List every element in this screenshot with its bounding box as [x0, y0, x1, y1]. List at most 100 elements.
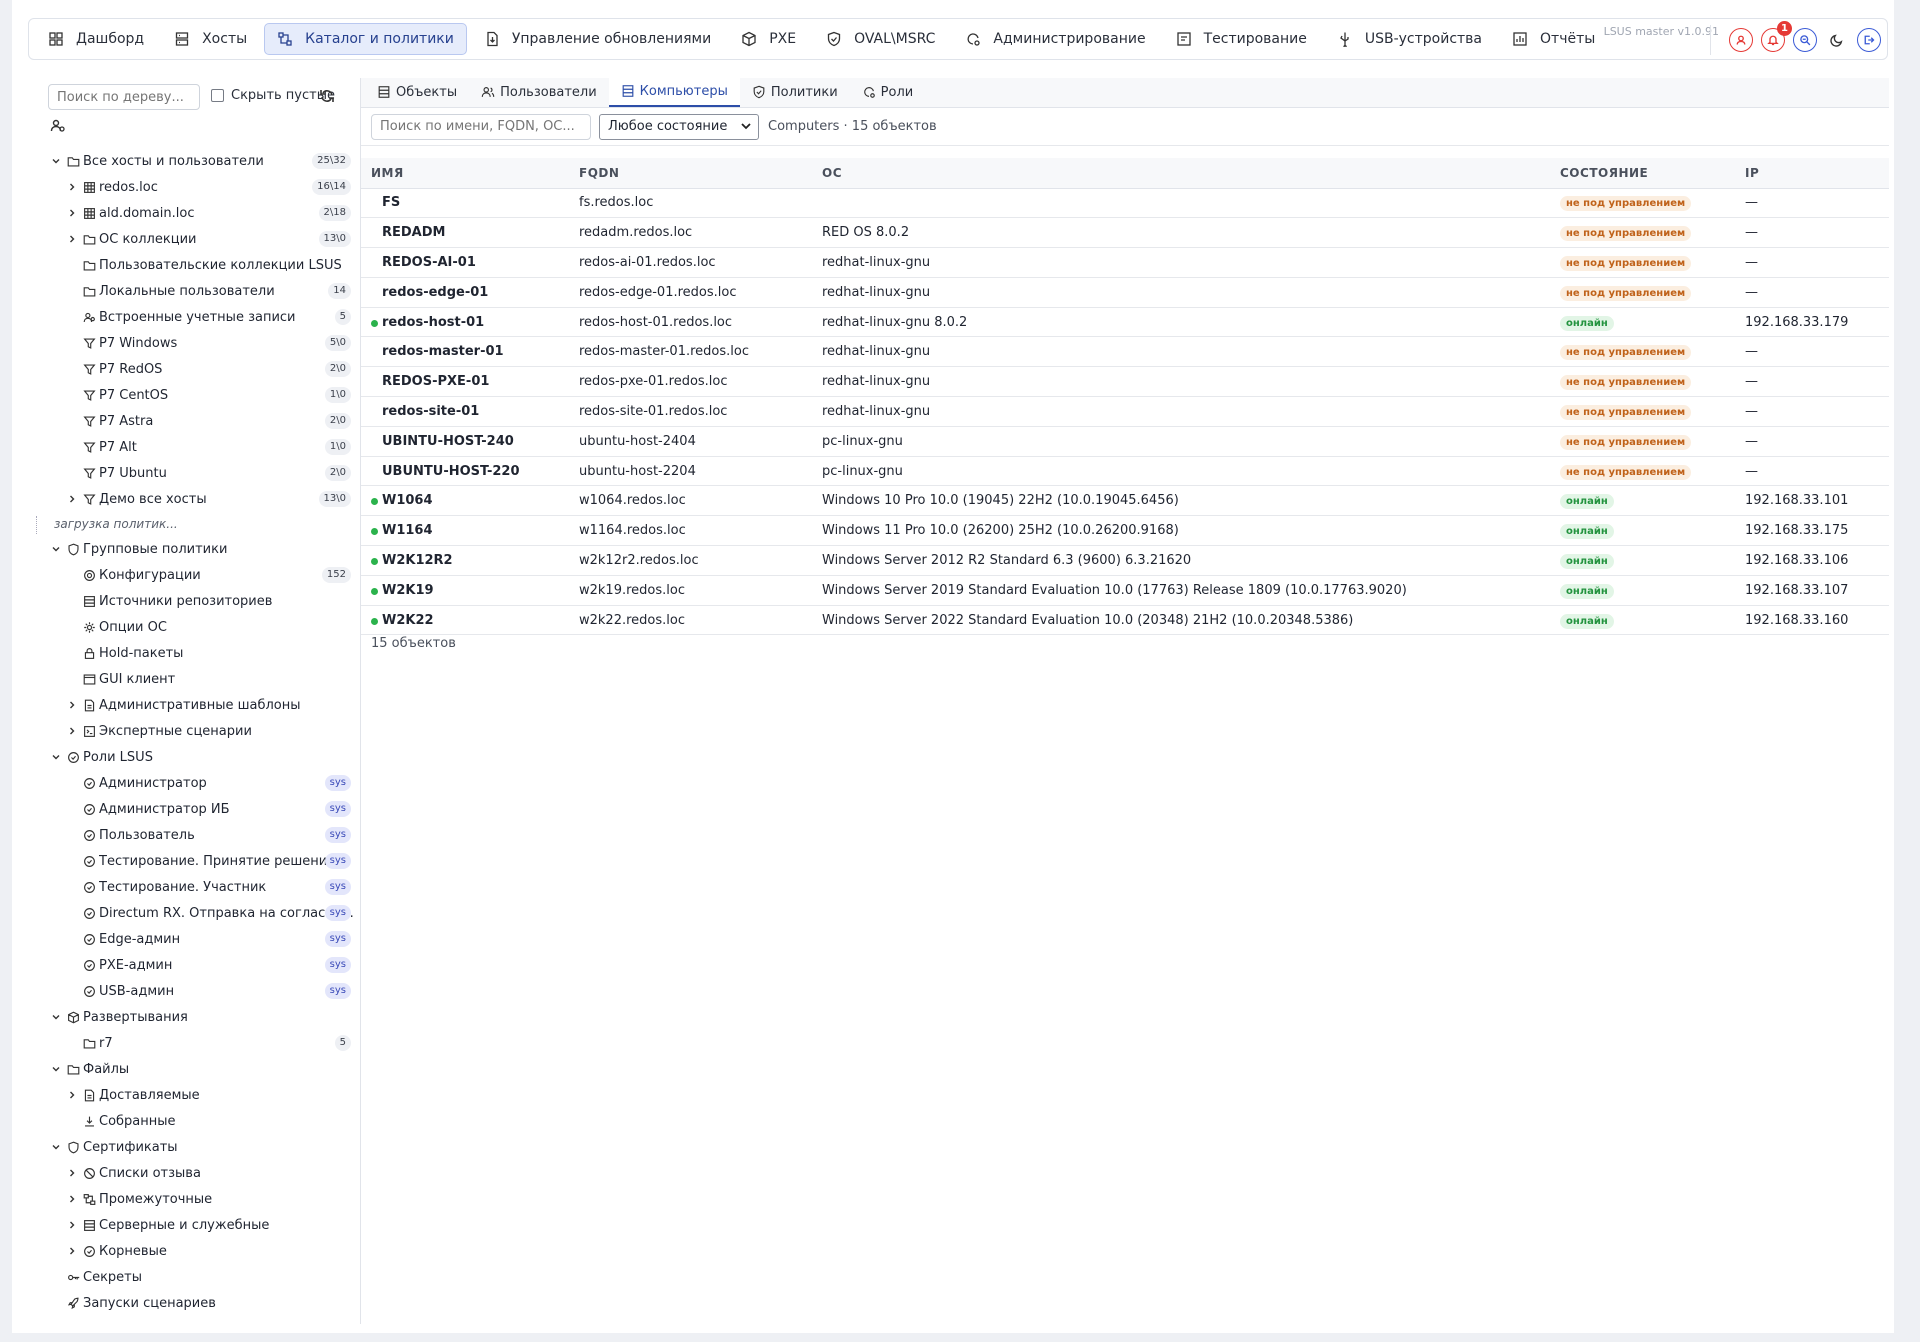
tab-2[interactable]: Компьютеры [608, 77, 740, 107]
tree-item[interactable]: Секреты [28, 1264, 361, 1290]
tree-item[interactable]: Администратор ИБ sys [28, 796, 361, 822]
tree-item[interactable]: Встроенные учетные записи 5 [28, 304, 361, 330]
tree-item[interactable]: P7 CentOS 1\0 [28, 382, 361, 408]
column-header-os[interactable]: ОС [812, 158, 1550, 189]
host-name-cell[interactable]: W1064 [361, 485, 569, 517]
tree-item[interactable]: Источники репозиториев [28, 588, 361, 614]
host-name-cell[interactable]: UBUNTU-HOST-220 [361, 456, 569, 487]
tree-item[interactable]: Экспертные сценарии [28, 718, 361, 744]
nav-item-0[interactable]: Дашборд [35, 23, 157, 55]
host-name-cell[interactable]: W2K12R2 [361, 545, 569, 576]
tab-4[interactable]: Роли [850, 77, 926, 107]
tree-item[interactable]: Списки отзыва [28, 1160, 361, 1186]
users-settings-icon[interactable] [50, 118, 68, 136]
nav-item-6[interactable]: Администрирование [952, 23, 1158, 55]
column-header-fqdn[interactable]: FQDN [569, 158, 812, 189]
chevron-right-icon[interactable] [66, 493, 78, 505]
table-row[interactable]: W2K22 w2k22.redos.loc Windows Server 2022 … [361, 605, 1889, 636]
table-row[interactable]: REDOS-PXE-01 redos-pxe-01.redos.loc redhat… [361, 366, 1889, 398]
tree-item[interactable]: Опции ОС [28, 614, 361, 640]
tree-item[interactable]: ОС коллекции 13\0 [28, 226, 361, 252]
nav-item-9[interactable]: Отчёты [1499, 23, 1608, 55]
tree-item[interactable]: Hold-пакеты [28, 640, 361, 666]
chevron-right-icon[interactable] [66, 181, 78, 193]
tree-item[interactable]: Развертывания [28, 1004, 361, 1030]
chevron-right-icon[interactable] [66, 233, 78, 245]
host-name-cell[interactable]: REDOS-PXE-01 [361, 366, 569, 398]
chevron-right-icon[interactable] [66, 1219, 78, 1231]
chevron-right-icon[interactable] [66, 1089, 78, 1101]
tree-item[interactable]: Файлы [28, 1056, 361, 1082]
tree-item[interactable]: ald.domain.loc 2\18 [28, 200, 361, 226]
moon-icon[interactable] [1825, 28, 1849, 52]
host-name-cell[interactable]: redos-host-01 [361, 307, 569, 338]
chevron-right-icon[interactable] [66, 1245, 78, 1257]
chevron-down-icon[interactable] [50, 155, 62, 167]
nav-item-3[interactable]: Управление обновлениями [471, 23, 724, 55]
table-row[interactable]: REDOS-AI-01 redos-ai-01.redos.loc redhat-l… [361, 247, 1889, 278]
tab-1[interactable]: Пользователи [469, 77, 609, 107]
bell-icon[interactable]: 1 [1761, 21, 1792, 52]
search-zoom-icon[interactable] [1793, 28, 1817, 52]
hide-empty-toggle[interactable]: Скрыть пустые [211, 88, 335, 103]
chevron-down-icon[interactable] [50, 1141, 62, 1153]
tree-item[interactable]: Локальные пользователи 14 [28, 278, 361, 304]
chevron-right-icon[interactable] [66, 1193, 78, 1205]
table-row[interactable]: redos-edge-01 redos-edge-01.redos.loc redh… [361, 277, 1889, 308]
host-name-cell[interactable]: FS [361, 188, 569, 219]
tree-item[interactable]: Directum RX. Отправка на согласов… sys [28, 900, 361, 926]
column-header-state[interactable]: СОСТОЯНИЕ [1550, 158, 1735, 189]
table-row[interactable]: redos-site-01 redos-site-01.redos.loc redh… [361, 396, 1889, 427]
chevron-right-icon[interactable] [66, 1167, 78, 1179]
table-row[interactable]: REDADM redadm.redos.loc RED OS 8.0.2 не под… [361, 217, 1889, 249]
tree-item[interactable]: P7 Astra 2\0 [28, 408, 361, 434]
host-name-cell[interactable]: redos-site-01 [361, 396, 569, 427]
tree-item[interactable]: P7 Windows 5\0 [28, 330, 361, 356]
tree-item[interactable]: Демо все хосты 13\0 [28, 486, 361, 512]
tree-item[interactable]: Собранные [28, 1108, 361, 1134]
tree-item[interactable]: Все хосты и пользователи 25\32 [28, 148, 361, 174]
table-row[interactable]: UBUNTU-HOST-220 ubuntu-host-2204 pc-linux-… [361, 456, 1889, 487]
host-name-cell[interactable]: redos-master-01 [361, 336, 569, 368]
nav-item-5[interactable]: OVAL\MSRC [813, 23, 948, 55]
table-row[interactable]: redos-master-01 redos-master-01.redos.loc… [361, 336, 1889, 368]
tree-item[interactable]: Edge-админ sys [28, 926, 361, 952]
host-name-cell[interactable]: REDADM [361, 217, 569, 249]
tree-item[interactable]: Групповые политики [28, 536, 361, 562]
tree-item[interactable]: Пользователь sys [28, 822, 361, 848]
tree-item[interactable]: P7 Alt 1\0 [28, 434, 361, 460]
chevron-right-icon[interactable] [66, 207, 78, 219]
tree-item[interactable]: Тестирование. Участник sys [28, 874, 361, 900]
tab-0[interactable]: Объекты [365, 77, 469, 107]
column-header-ip[interactable]: IP [1735, 158, 1889, 189]
tree-item[interactable]: Административные шаблоны [28, 692, 361, 718]
table-row[interactable]: redos-host-01 redos-host-01.redos.loc redh… [361, 307, 1889, 338]
nav-item-1[interactable]: Хосты [161, 23, 260, 55]
state-select[interactable]: Любое состояние [599, 113, 759, 140]
tree-item[interactable]: Промежуточные [28, 1186, 361, 1212]
host-name-cell[interactable]: UBINTU-HOST-240 [361, 426, 569, 457]
tree-item[interactable]: GUI клиент [28, 666, 361, 692]
host-name-cell[interactable]: redos-edge-01 [361, 277, 569, 308]
nav-item-2[interactable]: Каталог и политики [264, 23, 467, 55]
table-row[interactable]: W1164 w1164.redos.loc Windows 11 Pro 10.0 … [361, 515, 1889, 547]
user-alert-icon[interactable] [1729, 28, 1753, 52]
computer-search-input[interactable] [371, 113, 591, 140]
tree-item[interactable]: Серверные и служебные [28, 1212, 361, 1238]
nav-item-4[interactable]: PXE [728, 23, 809, 55]
host-name-cell[interactable]: W2K19 [361, 575, 569, 606]
tree-item[interactable]: Роли LSUS [28, 744, 361, 770]
host-name-cell[interactable]: W2K22 [361, 605, 569, 636]
tree-item[interactable]: P7 Ubuntu 2\0 [28, 460, 361, 486]
host-name-cell[interactable]: W1164 [361, 515, 569, 547]
tree-item[interactable]: PXE-админ sys [28, 952, 361, 978]
tree-item[interactable]: Администратор sys [28, 770, 361, 796]
tree-item[interactable]: Конфигурации 152 [28, 562, 361, 588]
table-row[interactable]: W2K19 w2k19.redos.loc Windows Server 2019 … [361, 575, 1889, 606]
chevron-down-icon[interactable] [50, 1063, 62, 1075]
host-name-cell[interactable]: REDOS-AI-01 [361, 247, 569, 278]
refresh-icon[interactable] [318, 87, 336, 105]
tree-item[interactable]: Доставляемые [28, 1082, 361, 1108]
tree-item[interactable]: redos.loc 16\14 [28, 174, 361, 200]
table-row[interactable]: W2K12R2 w2k12r2.redos.loc Windows Server 2… [361, 545, 1889, 576]
